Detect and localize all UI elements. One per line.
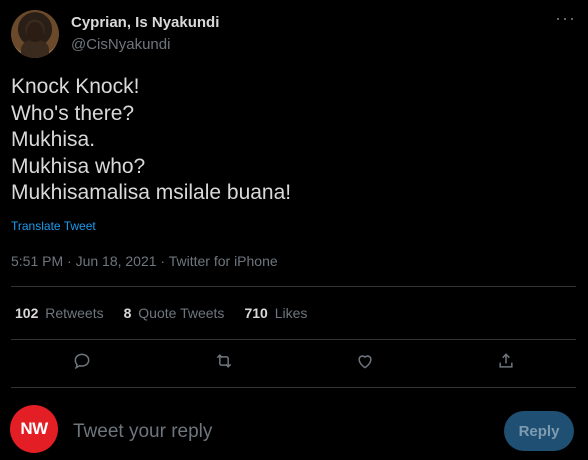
user-avatar[interactable]: NW (10, 405, 58, 453)
share-icon[interactable] (496, 351, 520, 375)
divider (11, 387, 576, 388)
avatar-figure-body (21, 40, 49, 58)
retweet-icon[interactable] (214, 351, 238, 375)
divider (11, 286, 576, 287)
author-display-name[interactable]: Cyprian, Is Nyakundi (71, 14, 219, 31)
tweet-actions (0, 351, 588, 375)
divider (11, 339, 576, 340)
tweet-text: Knock Knock! Who's there? Mukhisa. Mukhi… (11, 75, 292, 204)
retweets-label: Retweets (45, 305, 104, 321)
quote-tweets-count: 8 (123, 305, 132, 321)
reply-input[interactable]: Tweet your reply (73, 421, 212, 443)
author-handle[interactable]: @CisNyakundi (71, 36, 170, 53)
likes-stat[interactable]: 710 Likes (244, 305, 307, 321)
reply-button[interactable]: Reply (504, 411, 574, 451)
reply-icon[interactable] (72, 351, 96, 375)
avatar-logo-text: NW (20, 419, 48, 439)
author-avatar[interactable] (11, 10, 59, 58)
quote-tweets-stat[interactable]: 8 Quote Tweets (124, 305, 225, 321)
tweet-stats: 102 Retweets 8 Quote Tweets 710 Likes (15, 305, 327, 321)
retweets-count: 102 (15, 305, 39, 321)
likes-label: Likes (274, 305, 308, 321)
likes-count: 710 (244, 305, 268, 321)
avatar-figure-head (27, 22, 43, 42)
like-icon[interactable] (355, 351, 379, 375)
more-options-icon[interactable]: ··· (555, 8, 576, 29)
translate-tweet-link[interactable]: Translate Tweet (11, 219, 96, 233)
quote-tweets-label: Quote Tweets (138, 305, 225, 321)
retweets-stat[interactable]: 102 Retweets (15, 305, 104, 321)
tweet-timestamp[interactable]: 5:51 PM · Jun 18, 2021 · Twitter for iPh… (11, 253, 278, 269)
